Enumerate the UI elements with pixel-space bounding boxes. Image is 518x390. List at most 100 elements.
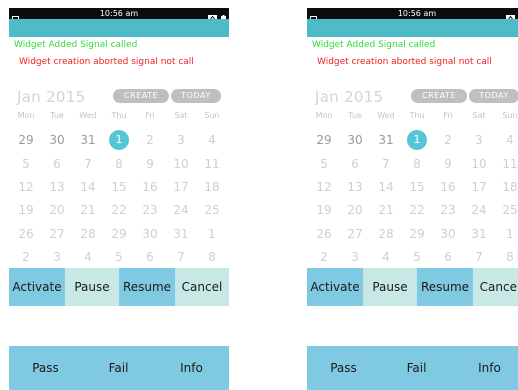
calendar-day[interactable]: 9 bbox=[433, 157, 463, 171]
fail-button[interactable]: Fail bbox=[82, 346, 155, 390]
calendar-day[interactable]: 7 bbox=[464, 250, 494, 264]
calendar-day[interactable]: 3 bbox=[42, 250, 72, 264]
calendar-day[interactable]: 4 bbox=[73, 250, 103, 264]
pass-button[interactable]: Pass bbox=[307, 346, 380, 390]
calendar-day[interactable]: 6 bbox=[42, 157, 72, 171]
calendar-day[interactable]: 28 bbox=[371, 227, 401, 241]
calendar-day[interactable]: 25 bbox=[197, 203, 227, 217]
calendar-day[interactable]: 25 bbox=[495, 203, 518, 217]
calendar-day[interactable]: 5 bbox=[402, 250, 432, 264]
calendar-day[interactable]: 29 bbox=[309, 133, 339, 147]
pause-button[interactable]: Pause bbox=[363, 268, 417, 306]
calendar-day[interactable]: 7 bbox=[166, 250, 196, 264]
calendar-day[interactable]: 3 bbox=[166, 133, 196, 147]
calendar-day[interactable]: 17 bbox=[166, 180, 196, 194]
calendar-day[interactable]: 29 bbox=[11, 133, 41, 147]
activate-button[interactable]: Activate bbox=[307, 268, 363, 306]
calendar-day[interactable]: 30 bbox=[340, 133, 370, 147]
calendar-day[interactable]: 22 bbox=[402, 203, 432, 217]
cancel-button[interactable]: Cancel bbox=[175, 268, 229, 306]
calendar-day[interactable]: 24 bbox=[166, 203, 196, 217]
pause-button[interactable]: Pause bbox=[65, 268, 119, 306]
fail-button[interactable]: Fail bbox=[380, 346, 453, 390]
calendar-day[interactable]: 29 bbox=[104, 227, 134, 241]
calendar-day[interactable]: 11 bbox=[495, 157, 518, 171]
calendar-day[interactable]: 20 bbox=[340, 203, 370, 217]
calendar-day[interactable]: 30 bbox=[42, 133, 72, 147]
calendar-day[interactable]: 31 bbox=[464, 227, 494, 241]
today-button[interactable]: TODAY bbox=[171, 89, 221, 103]
calendar-day[interactable]: 23 bbox=[135, 203, 165, 217]
calendar-day[interactable]: 5 bbox=[309, 157, 339, 171]
calendar-day[interactable]: 20 bbox=[42, 203, 72, 217]
calendar-day[interactable]: 5 bbox=[11, 157, 41, 171]
calendar-day[interactable]: 2 bbox=[135, 133, 165, 147]
calendar-day[interactable]: 22 bbox=[104, 203, 134, 217]
calendar-day[interactable]: 26 bbox=[309, 227, 339, 241]
calendar-day[interactable]: 30 bbox=[433, 227, 463, 241]
calendar-day[interactable]: 14 bbox=[73, 180, 103, 194]
today-button[interactable]: TODAY bbox=[469, 89, 518, 103]
calendar-day[interactable]: 16 bbox=[135, 180, 165, 194]
calendar-day[interactable]: 10 bbox=[464, 157, 494, 171]
calendar-day[interactable]: 13 bbox=[42, 180, 72, 194]
calendar-day[interactable]: 14 bbox=[371, 180, 401, 194]
calendar-day[interactable]: 7 bbox=[73, 157, 103, 171]
activate-button[interactable]: Activate bbox=[9, 268, 65, 306]
calendar-day[interactable]: 7 bbox=[371, 157, 401, 171]
calendar-day[interactable]: 28 bbox=[73, 227, 103, 241]
calendar-day[interactable]: 15 bbox=[104, 180, 134, 194]
calendar-day[interactable]: 6 bbox=[433, 250, 463, 264]
info-button[interactable]: Info bbox=[453, 346, 518, 390]
calendar-day[interactable]: 15 bbox=[402, 180, 432, 194]
calendar-day[interactable]: 1 bbox=[197, 227, 227, 241]
calendar-day[interactable]: 1 bbox=[495, 227, 518, 241]
resume-button[interactable]: Resume bbox=[119, 268, 175, 306]
calendar-day[interactable]: 30 bbox=[135, 227, 165, 241]
calendar-day[interactable]: 12 bbox=[309, 180, 339, 194]
calendar-day[interactable]: 3 bbox=[464, 133, 494, 147]
calendar-day[interactable]: 16 bbox=[433, 180, 463, 194]
calendar-day[interactable]: 17 bbox=[464, 180, 494, 194]
calendar-day[interactable]: 6 bbox=[135, 250, 165, 264]
calendar-day[interactable]: 31 bbox=[166, 227, 196, 241]
cancel-button[interactable]: Cancel bbox=[473, 268, 518, 306]
calendar-day[interactable]: 3 bbox=[340, 250, 370, 264]
pass-button[interactable]: Pass bbox=[9, 346, 82, 390]
calendar-day[interactable]: 2 bbox=[309, 250, 339, 264]
calendar-day[interactable]: 9 bbox=[135, 157, 165, 171]
calendar-day[interactable]: 8 bbox=[495, 250, 518, 264]
calendar-day[interactable]: 19 bbox=[309, 203, 339, 217]
calendar-day[interactable]: 10 bbox=[166, 157, 196, 171]
calendar-day[interactable]: 27 bbox=[42, 227, 72, 241]
calendar-day[interactable]: 19 bbox=[11, 203, 41, 217]
calendar-day[interactable]: 8 bbox=[402, 157, 432, 171]
calendar-day[interactable]: 27 bbox=[340, 227, 370, 241]
calendar-day[interactable]: 2 bbox=[433, 133, 463, 147]
create-button[interactable]: CREATE bbox=[411, 89, 467, 103]
calendar-day[interactable]: 4 bbox=[371, 250, 401, 264]
calendar-day[interactable]: 2 bbox=[11, 250, 41, 264]
calendar-day[interactable]: 21 bbox=[371, 203, 401, 217]
calendar-day-selected[interactable]: 1 bbox=[104, 133, 134, 147]
resume-button[interactable]: Resume bbox=[417, 268, 473, 306]
calendar-day[interactable]: 5 bbox=[104, 250, 134, 264]
calendar-day[interactable]: 31 bbox=[371, 133, 401, 147]
calendar-day[interactable]: 8 bbox=[104, 157, 134, 171]
calendar-day[interactable]: 24 bbox=[464, 203, 494, 217]
calendar-day[interactable]: 21 bbox=[73, 203, 103, 217]
calendar-day[interactable]: 11 bbox=[197, 157, 227, 171]
calendar-day[interactable]: 4 bbox=[495, 133, 518, 147]
calendar-day[interactable]: 4 bbox=[197, 133, 227, 147]
create-button[interactable]: CREATE bbox=[113, 89, 169, 103]
calendar-day[interactable]: 29 bbox=[402, 227, 432, 241]
calendar-day[interactable]: 8 bbox=[197, 250, 227, 264]
info-button[interactable]: Info bbox=[155, 346, 228, 390]
calendar-day[interactable]: 23 bbox=[433, 203, 463, 217]
calendar-day[interactable]: 18 bbox=[495, 180, 518, 194]
calendar-day[interactable]: 26 bbox=[11, 227, 41, 241]
calendar-day[interactable]: 6 bbox=[340, 157, 370, 171]
calendar-day[interactable]: 18 bbox=[197, 180, 227, 194]
calendar-day[interactable]: 31 bbox=[73, 133, 103, 147]
calendar-day-selected[interactable]: 1 bbox=[402, 133, 432, 147]
